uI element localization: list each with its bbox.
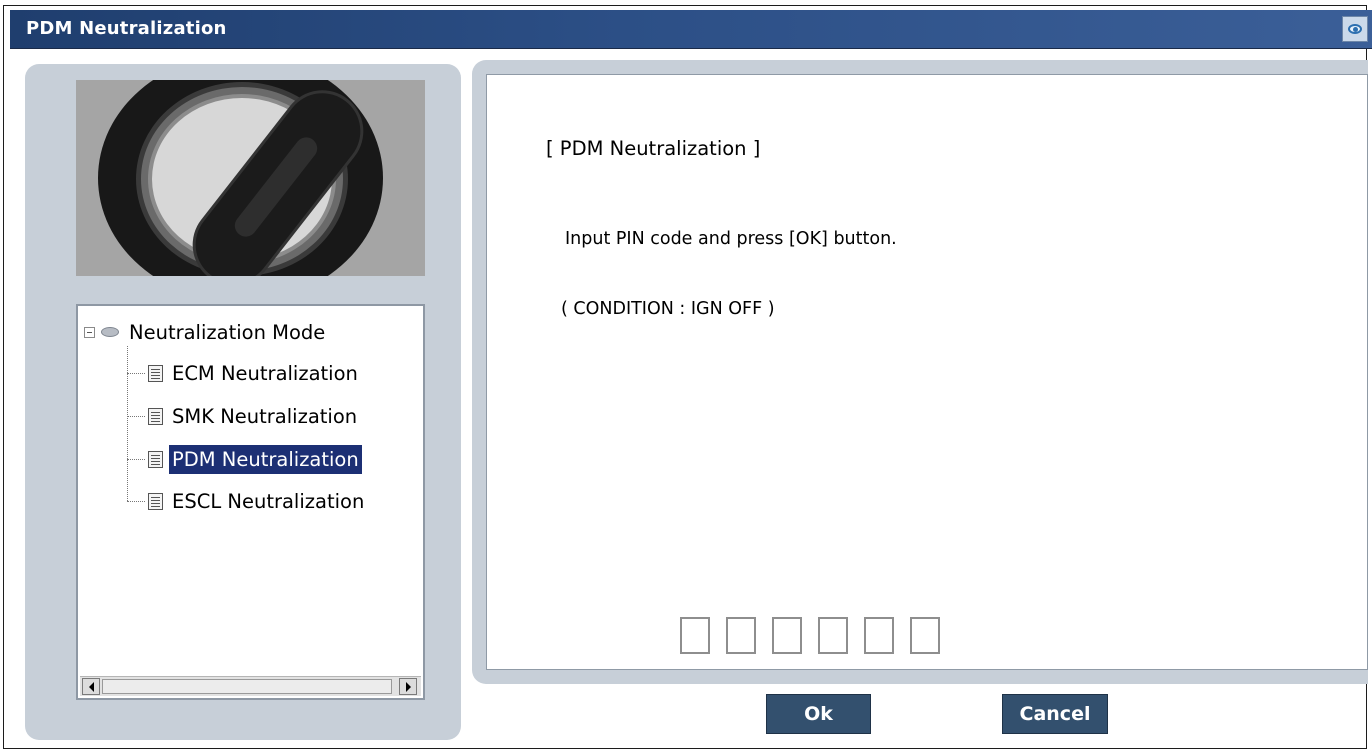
mode-tree[interactable]: Neutralization Mode ECM Neutralization S…	[76, 304, 425, 700]
tree-item-label: ECM Neutralization	[172, 361, 358, 385]
document-icon	[148, 492, 163, 510]
scroll-left-button[interactable]	[82, 678, 100, 695]
tree-item-pdm[interactable]: PDM Neutralization	[127, 444, 362, 474]
right-panel: [ PDM Neutralization ] Input PIN code an…	[472, 60, 1368, 684]
collapse-icon[interactable]	[84, 326, 95, 338]
document-icon	[148, 450, 163, 468]
condition-text: ( CONDITION : IGN OFF )	[561, 299, 775, 319]
pin-digit-5[interactable]	[864, 617, 894, 654]
pin-digit-1[interactable]	[680, 617, 710, 654]
tree-item-label: PDM Neutralization	[169, 444, 362, 474]
window-title: PDM Neutralization	[26, 18, 227, 39]
scroll-thumb[interactable]	[102, 679, 392, 694]
arrow-left-icon	[88, 681, 94, 692]
tree-branch-line	[127, 500, 145, 502]
tree-item-label: ESCL Neutralization	[172, 489, 365, 513]
tree-item-label: SMK Neutralization	[172, 404, 358, 428]
left-panel: Neutralization Mode ECM Neutralization S…	[25, 64, 461, 740]
horizontal-scrollbar[interactable]	[80, 676, 421, 696]
eye-pupil	[1353, 27, 1358, 32]
tree-item-smk[interactable]: SMK Neutralization	[127, 401, 360, 431]
ok-button[interactable]: Ok	[766, 694, 871, 734]
content-area: [ PDM Neutralization ] Input PIN code an…	[486, 74, 1368, 670]
disc-icon	[99, 326, 121, 338]
pin-digit-2[interactable]	[726, 617, 756, 654]
pin-digit-6[interactable]	[910, 617, 940, 654]
arrow-right-icon	[405, 681, 411, 692]
cancel-button[interactable]: Cancel	[1002, 694, 1108, 734]
pin-input-row	[680, 617, 940, 654]
tree-item-escl[interactable]: ESCL Neutralization	[127, 486, 367, 516]
instruction-text: Input PIN code and press [OK] button.	[565, 229, 897, 249]
tree-branch-line	[127, 458, 145, 460]
pin-digit-3[interactable]	[772, 617, 802, 654]
tree-branch-line	[127, 372, 145, 374]
tree-item-ecm[interactable]: ECM Neutralization	[127, 358, 361, 388]
tree-root-label: Neutralization Mode	[129, 320, 326, 344]
eye-icon[interactable]	[1342, 16, 1368, 42]
pin-digit-4[interactable]	[818, 617, 848, 654]
ignition-switch-image	[76, 80, 425, 276]
title-bar: PDM Neutralization	[10, 10, 1372, 49]
tree-branch-line	[127, 415, 145, 417]
document-icon	[148, 407, 163, 425]
document-icon	[148, 364, 163, 382]
tree-root-node[interactable]: Neutralization Mode	[84, 318, 325, 346]
scroll-right-button[interactable]	[399, 678, 417, 695]
content-heading: [ PDM Neutralization ]	[546, 137, 761, 160]
